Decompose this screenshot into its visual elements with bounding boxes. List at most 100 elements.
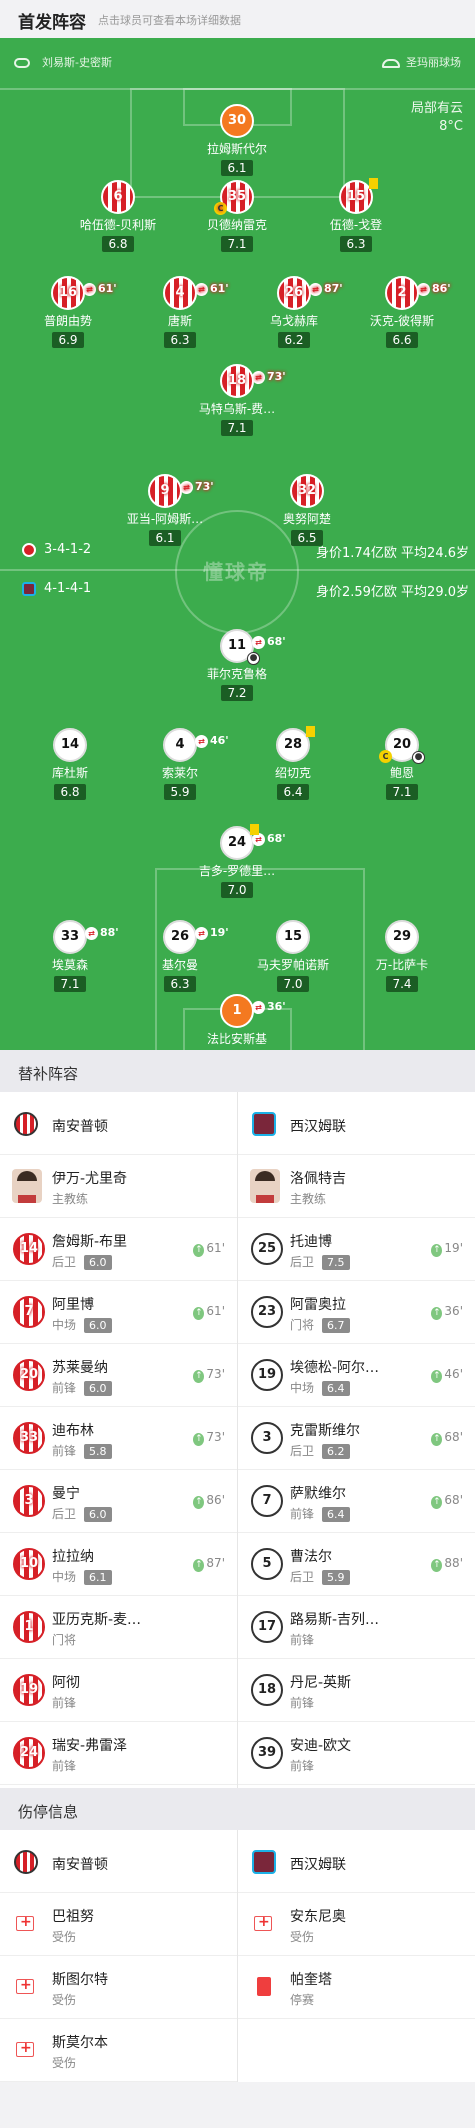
absence-status: 受伤 xyxy=(52,1930,77,1944)
subs-panel: 南安普顿 西汉姆联 伊万-尤里奇 主教练 洛佩特吉 主教练 14 詹姆斯-布里 后卫 6.0 ↑ 61… xyxy=(0,1092,475,1788)
sub-out-icon: ⇄ xyxy=(195,926,208,940)
home-player[interactable]: 32 奥努阿楚 6.5 xyxy=(252,474,362,546)
page-title: 首发阵容 xyxy=(18,13,86,33)
sub-time: 68' xyxy=(267,832,286,845)
player-number-text: 24 xyxy=(227,835,247,850)
sub-off-marker: ⇄ 36' xyxy=(252,992,286,1022)
away-sub-row[interactable]: 23 阿雷奥拉 门将 6.7 ↑ 36' xyxy=(238,1281,475,1344)
away-sub-row[interactable]: 7 萨默维尔 前锋 6.4 ↑ 68' xyxy=(238,1470,475,1533)
player-name: 沃克-彼得斯 xyxy=(369,314,435,328)
player-number: 26 ⇄ 87' xyxy=(277,276,343,310)
player-name: 安东尼奥 xyxy=(290,1909,346,1925)
sub-out-icon: ⇄ xyxy=(85,926,98,940)
sub-time: 68' xyxy=(267,635,286,648)
player-name: 阿雷奥拉 xyxy=(290,1297,346,1313)
away-player[interactable]: 33 ⇄ 88' 埃莫森 7.1 xyxy=(15,920,125,992)
away-sub-row[interactable]: 5 曹法尔 后卫 5.9 ↑ 88' xyxy=(238,1533,475,1596)
away-player[interactable]: 26 ⇄ 19' 基尔曼 6.3 xyxy=(125,920,235,992)
away-absence-row[interactable]: 帕奎塔 停赛 xyxy=(238,1956,475,2019)
sub-time: 61' xyxy=(210,282,229,295)
player-rating: 6.3 xyxy=(164,976,196,992)
away-coach-row[interactable]: 洛佩特吉 主教练 xyxy=(238,1155,475,1218)
sub-time-text: 68' xyxy=(444,1430,463,1444)
player-rating: 6.4 xyxy=(322,1381,350,1396)
player-position: 前锋 6.4 xyxy=(290,1505,350,1522)
away-player[interactable]: 20 C ● 鲍恩 7.1 xyxy=(347,728,457,800)
away-player[interactable]: 29 万-比萨卡 7.4 xyxy=(347,920,457,992)
player-name: 帕奎塔 xyxy=(290,1972,332,1988)
player-position: 后卫 6.0 xyxy=(52,1505,112,1522)
player-rating: 6.0 xyxy=(84,1507,112,1522)
team-row: 西汉姆联 xyxy=(238,1830,475,1893)
home-sub-row[interactable]: 3 曼宁 后卫 6.0 ↑ 86' xyxy=(0,1470,237,1533)
home-player[interactable]: 6 哈伍德-贝利斯 6.8 xyxy=(63,180,173,252)
away-player[interactable]: 11 ⇄ 68' ● 菲尔克鲁格 7.2 xyxy=(182,629,292,701)
home-sub-row[interactable]: 14 詹姆斯-布里 后卫 6.0 ↑ 61' xyxy=(0,1218,237,1281)
away-player[interactable]: 1⇄36'法比安斯基★ 7.7 xyxy=(182,994,292,1050)
player-rating: 6.8 xyxy=(102,236,134,252)
away-player[interactable]: 15 马夫罗帕诺斯 7.0 xyxy=(238,920,348,992)
player-rating: 6.2 xyxy=(278,332,310,348)
away-absence-row[interactable]: 安东尼奥受伤 xyxy=(238,1893,475,1956)
home-player[interactable]: 4 ⇄ 61' 唐斯 6.3 xyxy=(125,276,235,348)
sub-time: 61' xyxy=(98,282,117,295)
away-sub-row[interactable]: 18 丹尼-英斯 前锋 xyxy=(238,1659,475,1722)
player-number-text: 1 xyxy=(232,1003,242,1018)
home-absence-row[interactable]: 斯莫尔本受伤 xyxy=(0,2019,237,2082)
home-sub-row[interactable]: 20 苏莱曼纳 前锋 6.0 ↑ 73' xyxy=(0,1344,237,1407)
rating-value: 6.2 xyxy=(284,333,304,347)
position-text: 前锋 xyxy=(290,1759,315,1773)
position-text: 前锋 xyxy=(52,1381,77,1395)
home-coach-row[interactable]: 伊万-尤里奇 主教练 xyxy=(0,1155,237,1218)
player-number-text: 4 xyxy=(175,285,185,300)
sub-on-time: ↑ 61' xyxy=(193,1304,225,1320)
weather: 局部有云 8°C xyxy=(410,101,463,134)
away-sub-row[interactable]: 3 克雷斯维尔 后卫 6.2 ↑ 68' xyxy=(238,1407,475,1470)
yellow-card-icon xyxy=(306,726,315,737)
away-player[interactable]: 28 绍切克 6.4 xyxy=(238,726,348,800)
home-sub-row[interactable]: 19 阿彻 前锋 xyxy=(0,1659,237,1722)
team-row: 南安普顿 xyxy=(0,1092,237,1155)
home-sub-row[interactable]: 24 瑞安-弗雷泽 前锋 xyxy=(0,1722,237,1785)
home-player[interactable]: 18 ⇄ 73' 马特乌斯-费… 7.1 xyxy=(182,364,292,436)
player-rating: 7.5 xyxy=(322,1255,350,1270)
player-number-text: 16 xyxy=(58,285,78,300)
player-position: 前锋 xyxy=(290,1757,314,1774)
sub-in-icon: ↑ xyxy=(193,1370,205,1383)
rating-value: 5.9 xyxy=(170,785,190,799)
home-player[interactable]: 26 ⇄ 87' 乌戈赫库 6.2 xyxy=(239,276,349,348)
sub-time: 86' xyxy=(432,282,451,295)
home-sub-row[interactable]: 1 亚历克斯-麦… 门将 xyxy=(0,1596,237,1659)
away-player[interactable]: 24 ⇄ 68' 吉多-罗德里… 7.0 xyxy=(182,824,292,898)
rating-value: 6.1 xyxy=(227,161,247,175)
home-player[interactable]: 9 ⇄ 73' 亚当-阿姆斯… 6.1 xyxy=(110,474,220,546)
player-name: 巴祖努 xyxy=(52,1909,94,1925)
home-player[interactable]: 15 伍德-戈登 6.3 xyxy=(301,178,411,252)
away-sub-row[interactable]: 17 路易斯-吉列… 前锋 xyxy=(238,1596,475,1659)
sub-in-icon: ↑ xyxy=(193,1244,205,1257)
player-number-text: 15 xyxy=(346,189,366,204)
player-name: 安迪-欧文 xyxy=(290,1738,352,1754)
away-sub-row[interactable]: 25 托迪博 后卫 7.5 ↑ 19' xyxy=(238,1218,475,1281)
home-sub-row[interactable]: 33 迪布林 前锋 5.8 ↑ 73' xyxy=(0,1407,237,1470)
home-player[interactable]: 35 C 贝德纳雷克 7.1 xyxy=(182,180,292,252)
position-text: 后卫 xyxy=(52,1507,77,1521)
home-sub-row[interactable]: 7 阿里博 中场 6.0 ↑ 61' xyxy=(0,1281,237,1344)
home-absence-row[interactable]: 巴祖努受伤 xyxy=(0,1893,237,1956)
away-sub-row[interactable]: 19 埃德松-阿尔… 中场 6.4 ↑ 46' xyxy=(238,1344,475,1407)
home-sub-row[interactable]: 10 拉拉纳 中场 6.1 ↑ 87' xyxy=(0,1533,237,1596)
player-name: 马特乌斯-费… xyxy=(198,402,276,416)
player-number: 17 xyxy=(251,1611,283,1643)
away-player[interactable]: 4 ⇄ 46' 索莱尔 5.9 xyxy=(125,728,235,800)
away-sub-row[interactable]: 39 安迪-欧文 前锋 xyxy=(238,1722,475,1785)
home-player[interactable]: 2 ⇄ 86' 沃克-彼得斯 6.6 xyxy=(347,276,457,348)
player-number: 19 xyxy=(251,1359,283,1391)
sub-time-text: 73' xyxy=(206,1430,225,1444)
rating-value: 7.4 xyxy=(392,977,412,991)
home-player[interactable]: 30 拉姆斯代尔 6.1 xyxy=(182,104,292,176)
home-absence-row[interactable]: 斯图尔特受伤 xyxy=(0,1956,237,2019)
home-player[interactable]: 16 ⇄ 61' 普朗由势 6.9 xyxy=(13,276,123,348)
position-text: 前锋 xyxy=(52,1696,77,1710)
away-player[interactable]: 14 库杜斯 6.8 xyxy=(15,728,125,800)
player-name: 基尔曼 xyxy=(161,958,198,972)
